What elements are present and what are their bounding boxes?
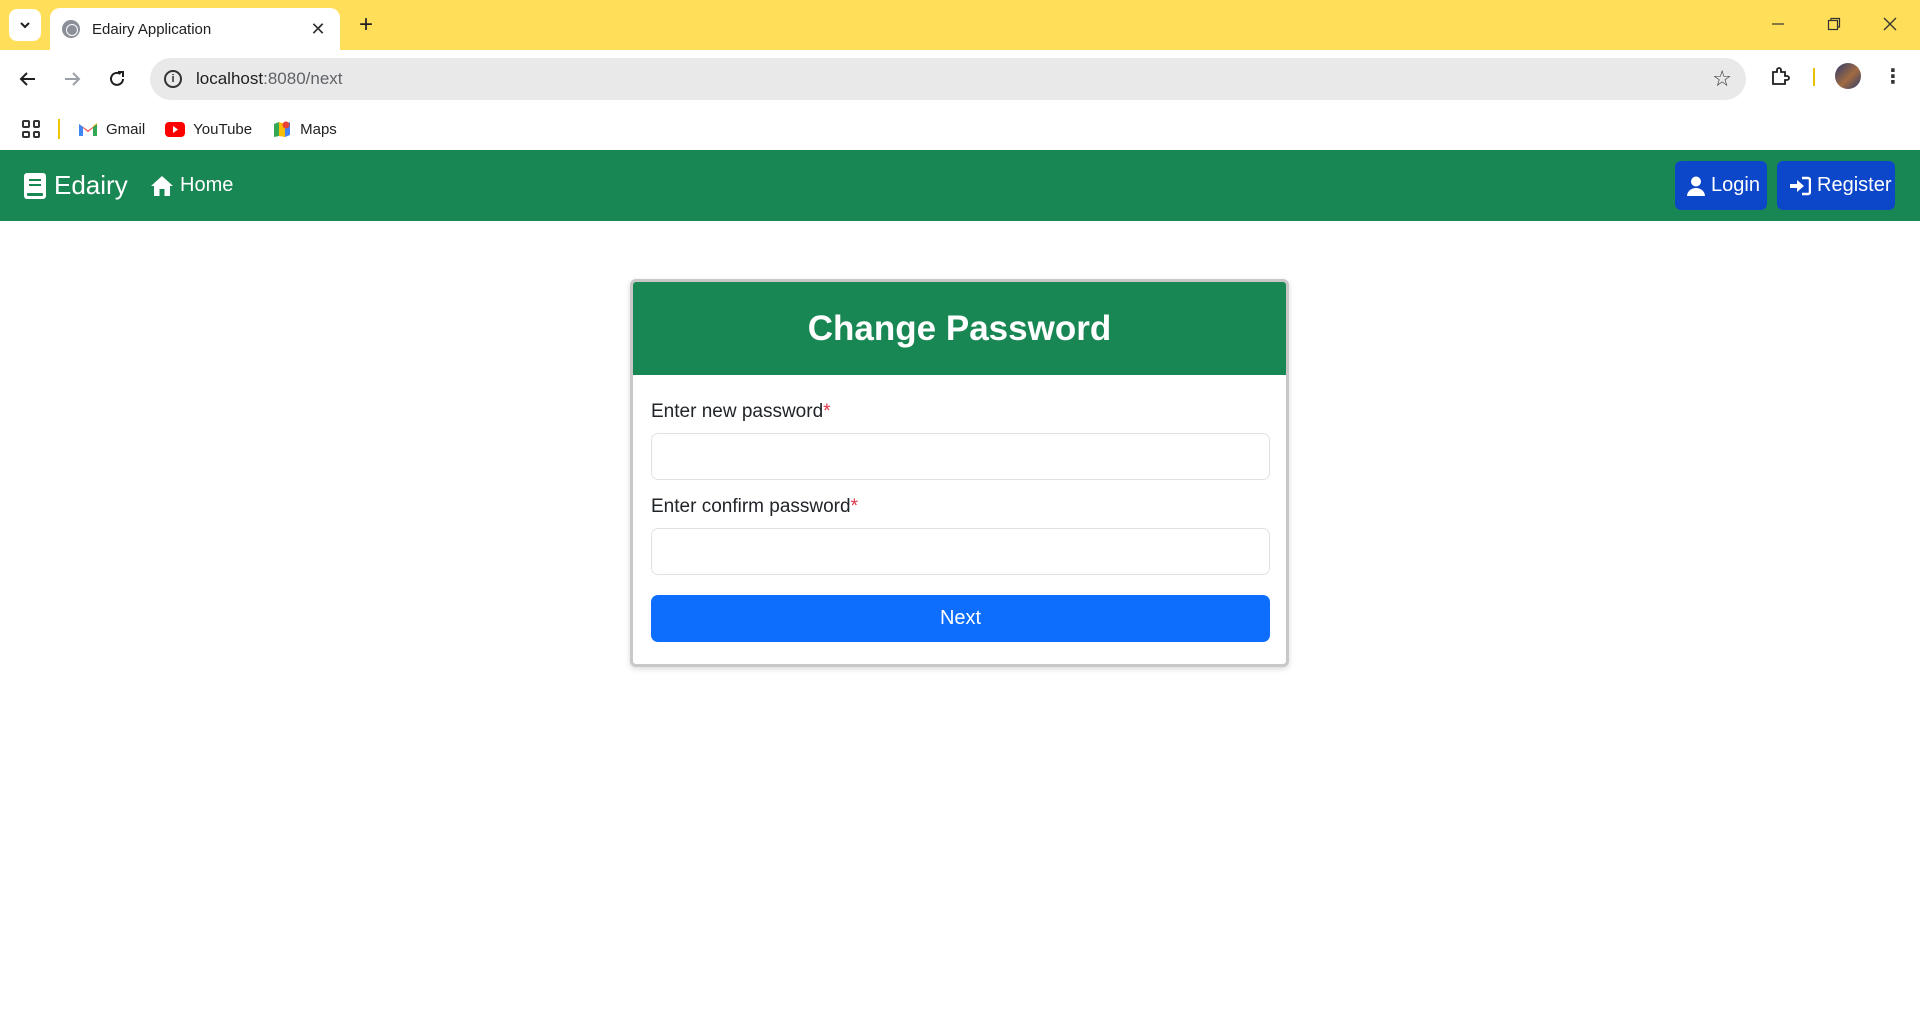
new-tab-button[interactable]: +: [352, 11, 380, 39]
login-button[interactable]: Login: [1675, 161, 1767, 210]
close-tab-icon[interactable]: ✕: [308, 19, 328, 39]
confirm-password-input[interactable]: [651, 528, 1270, 575]
reload-icon: [110, 71, 124, 86]
gmail-icon: [78, 121, 98, 137]
url-text: localhost:8080/next: [196, 69, 1712, 89]
home-icon: [151, 175, 173, 196]
nav-home-label: Home: [180, 174, 234, 196]
arrow-right-icon: [65, 72, 81, 86]
user-icon: [1687, 176, 1705, 196]
close-icon: [1883, 17, 1897, 31]
maps-icon: [272, 121, 292, 137]
browser-toolbar: i localhost:8080/next ☆: [0, 50, 1920, 108]
youtube-icon: [165, 121, 186, 137]
confirm-password-label: Enter confirm password*: [651, 496, 1268, 520]
bookmark-label: Gmail: [106, 120, 146, 138]
puzzle-icon: [1772, 67, 1790, 85]
url-path: :8080/next: [263, 69, 343, 88]
bookmarks-bar: Gmail YouTube Maps: [0, 108, 1920, 150]
confirm-password-label-text: Enter confirm password: [651, 496, 851, 517]
site-info-icon[interactable]: i: [164, 70, 182, 88]
profile-avatar[interactable]: [1835, 63, 1861, 89]
reload-button[interactable]: [100, 62, 134, 96]
back-button[interactable]: [11, 62, 45, 96]
nav-home-link[interactable]: Home: [150, 150, 233, 221]
bookmark-label: YouTube: [193, 120, 253, 138]
next-button[interactable]: Next: [651, 595, 1270, 642]
brand-link[interactable]: Edairy: [24, 150, 128, 221]
minimize-button[interactable]: [1750, 0, 1806, 48]
globe-icon: [62, 20, 80, 38]
apps-grid-icon[interactable]: [22, 120, 40, 138]
brand-name: Edairy: [54, 170, 128, 200]
register-button[interactable]: Register: [1777, 161, 1895, 210]
bookmark-youtube[interactable]: YouTube: [165, 121, 252, 138]
change-password-card: Change Password Enter new password* Ente…: [630, 279, 1289, 667]
toolbar-separator: [1813, 68, 1815, 86]
chevron-down-icon: [20, 22, 30, 29]
card-body: Enter new password* Enter confirm passwo…: [633, 401, 1286, 642]
new-password-label: Enter new password*: [651, 401, 1268, 425]
register-label: Register: [1817, 174, 1892, 196]
restore-button[interactable]: [1806, 0, 1862, 48]
address-bar[interactable]: i localhost:8080/next ☆: [150, 58, 1746, 100]
new-password-input[interactable]: [651, 433, 1270, 480]
tab-search-button[interactable]: [9, 9, 41, 41]
bookmark-star-icon[interactable]: ☆: [1712, 66, 1732, 92]
tab-title: Edairy Application: [92, 20, 212, 38]
arrow-left-icon: [19, 72, 35, 86]
required-mark: *: [823, 401, 831, 422]
browser-tab[interactable]: Edairy Application ✕: [50, 8, 340, 50]
url-host: localhost: [196, 69, 264, 88]
forward-button[interactable]: [55, 62, 89, 96]
login-label: Login: [1711, 174, 1760, 196]
card-title: Change Password: [633, 282, 1286, 375]
close-window-button[interactable]: [1862, 0, 1918, 48]
minimize-icon: [1772, 23, 1784, 25]
restore-icon: [1827, 17, 1841, 31]
bookmark-gmail[interactable]: Gmail: [78, 121, 145, 138]
bookmark-label: Maps: [300, 120, 337, 138]
bookmarks-separator: [58, 119, 60, 139]
book-icon: [24, 172, 46, 199]
app-navbar: Edairy Home Login Register: [0, 150, 1920, 221]
required-mark: *: [850, 496, 858, 517]
browser-titlebar: Edairy Application ✕ +: [0, 0, 1920, 50]
new-password-label-text: Enter new password: [651, 401, 824, 422]
sign-in-icon: [1789, 176, 1811, 196]
browser-menu-button[interactable]: ⋮: [1878, 61, 1908, 91]
bookmark-maps[interactable]: Maps: [272, 121, 337, 138]
extensions-button[interactable]: [1765, 61, 1795, 91]
